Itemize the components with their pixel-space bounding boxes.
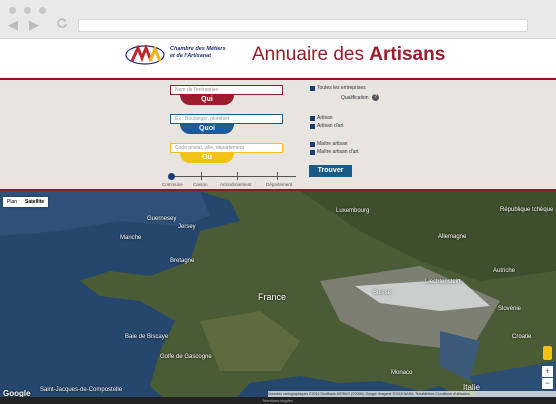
artisan-checkbox[interactable] [310, 116, 315, 121]
toutes-label: Toutes les entreprises [317, 85, 366, 91]
qualification-label: Qualification [341, 95, 369, 101]
zoom-out-button[interactable]: − [542, 378, 553, 389]
map-label: France [258, 292, 287, 302]
browser-chrome: ◀ ▶ [0, 0, 556, 39]
map-label: Guernesey [147, 216, 177, 222]
qui-tab[interactable]: Qui [180, 95, 234, 105]
cma-logo [125, 43, 165, 65]
org-name: Chambre des Métiers et de l'Artisanat [170, 46, 226, 59]
qui-input[interactable]: Nom de l'entreprise [170, 85, 283, 95]
map-label: Slovénie [498, 306, 522, 312]
map-type-satellite[interactable]: Satellite [21, 197, 48, 207]
scale-label-commune: Commune [162, 182, 183, 187]
artisan-art-checkbox[interactable] [310, 124, 315, 129]
quoi-tab[interactable]: Quoi [180, 124, 234, 134]
back-arrow-icon[interactable]: ◀ [8, 18, 18, 31]
window-minimize-dot[interactable] [24, 7, 31, 14]
help-icon[interactable]: ? [372, 94, 379, 101]
scale-slider-knob[interactable] [168, 173, 175, 180]
ou-tab[interactable]: Où [180, 153, 234, 163]
toutes-checkbox[interactable] [310, 86, 315, 91]
maitre-checkbox[interactable] [310, 142, 315, 147]
scale-tick [201, 172, 202, 180]
artisan-label: Artisan [317, 115, 333, 121]
map-label: République tchèque [500, 207, 554, 213]
maitre-art-label: Maître artisan d'art [317, 149, 359, 155]
map-label: Monaco [391, 370, 413, 376]
maitre-label: Maître artisan [317, 141, 348, 147]
window-close-dot[interactable] [9, 7, 16, 14]
map-label: Allemagne [438, 234, 467, 240]
scale-label-departement: Département [266, 182, 293, 187]
map-label: Baie de Biscaye [125, 334, 169, 340]
zoom-in-button[interactable]: + [542, 366, 553, 377]
scale-tick [277, 172, 278, 180]
map-label: Suisse [373, 290, 392, 296]
maitre-art-checkbox[interactable] [310, 150, 315, 155]
footer-legal-link[interactable]: Mentions légales [0, 397, 556, 404]
scale-label-arrondissement: Arrondissement [220, 182, 252, 187]
map-label: Golfe de Gascogne [160, 354, 212, 360]
map-type-control: Plan Satellite [3, 197, 49, 207]
quoi-input[interactable]: Ex : Boulanger, plombier [170, 114, 283, 124]
map-label: Manche [120, 235, 142, 241]
address-bar[interactable] [78, 19, 528, 32]
window-maximize-dot[interactable] [39, 7, 46, 14]
scale-label-canton: Canton [193, 182, 208, 187]
map-label: Liechtenstein [425, 279, 461, 285]
forward-arrow-icon[interactable]: ▶ [29, 18, 39, 31]
map-label: Jersey [178, 224, 196, 230]
scale-tick [237, 172, 238, 180]
street-view-pegman-icon[interactable] [543, 346, 552, 360]
reload-icon[interactable] [56, 17, 68, 29]
map-label: Autriche [493, 268, 516, 274]
page-title: Annuaire des Artisans [252, 44, 446, 65]
artisan-art-label: Artisan d'art [317, 123, 344, 129]
map-type-plan[interactable]: Plan [3, 197, 21, 207]
map-label: Luxembourg [336, 208, 370, 214]
map-label: Croatie [512, 334, 532, 340]
ou-input[interactable]: Code postal, ville, département [170, 143, 283, 153]
map-label: Bretagne [170, 258, 195, 264]
map-label: Saint-Jacques-de-Compostelle [40, 387, 123, 393]
trouver-button[interactable]: Trouver [309, 165, 352, 177]
